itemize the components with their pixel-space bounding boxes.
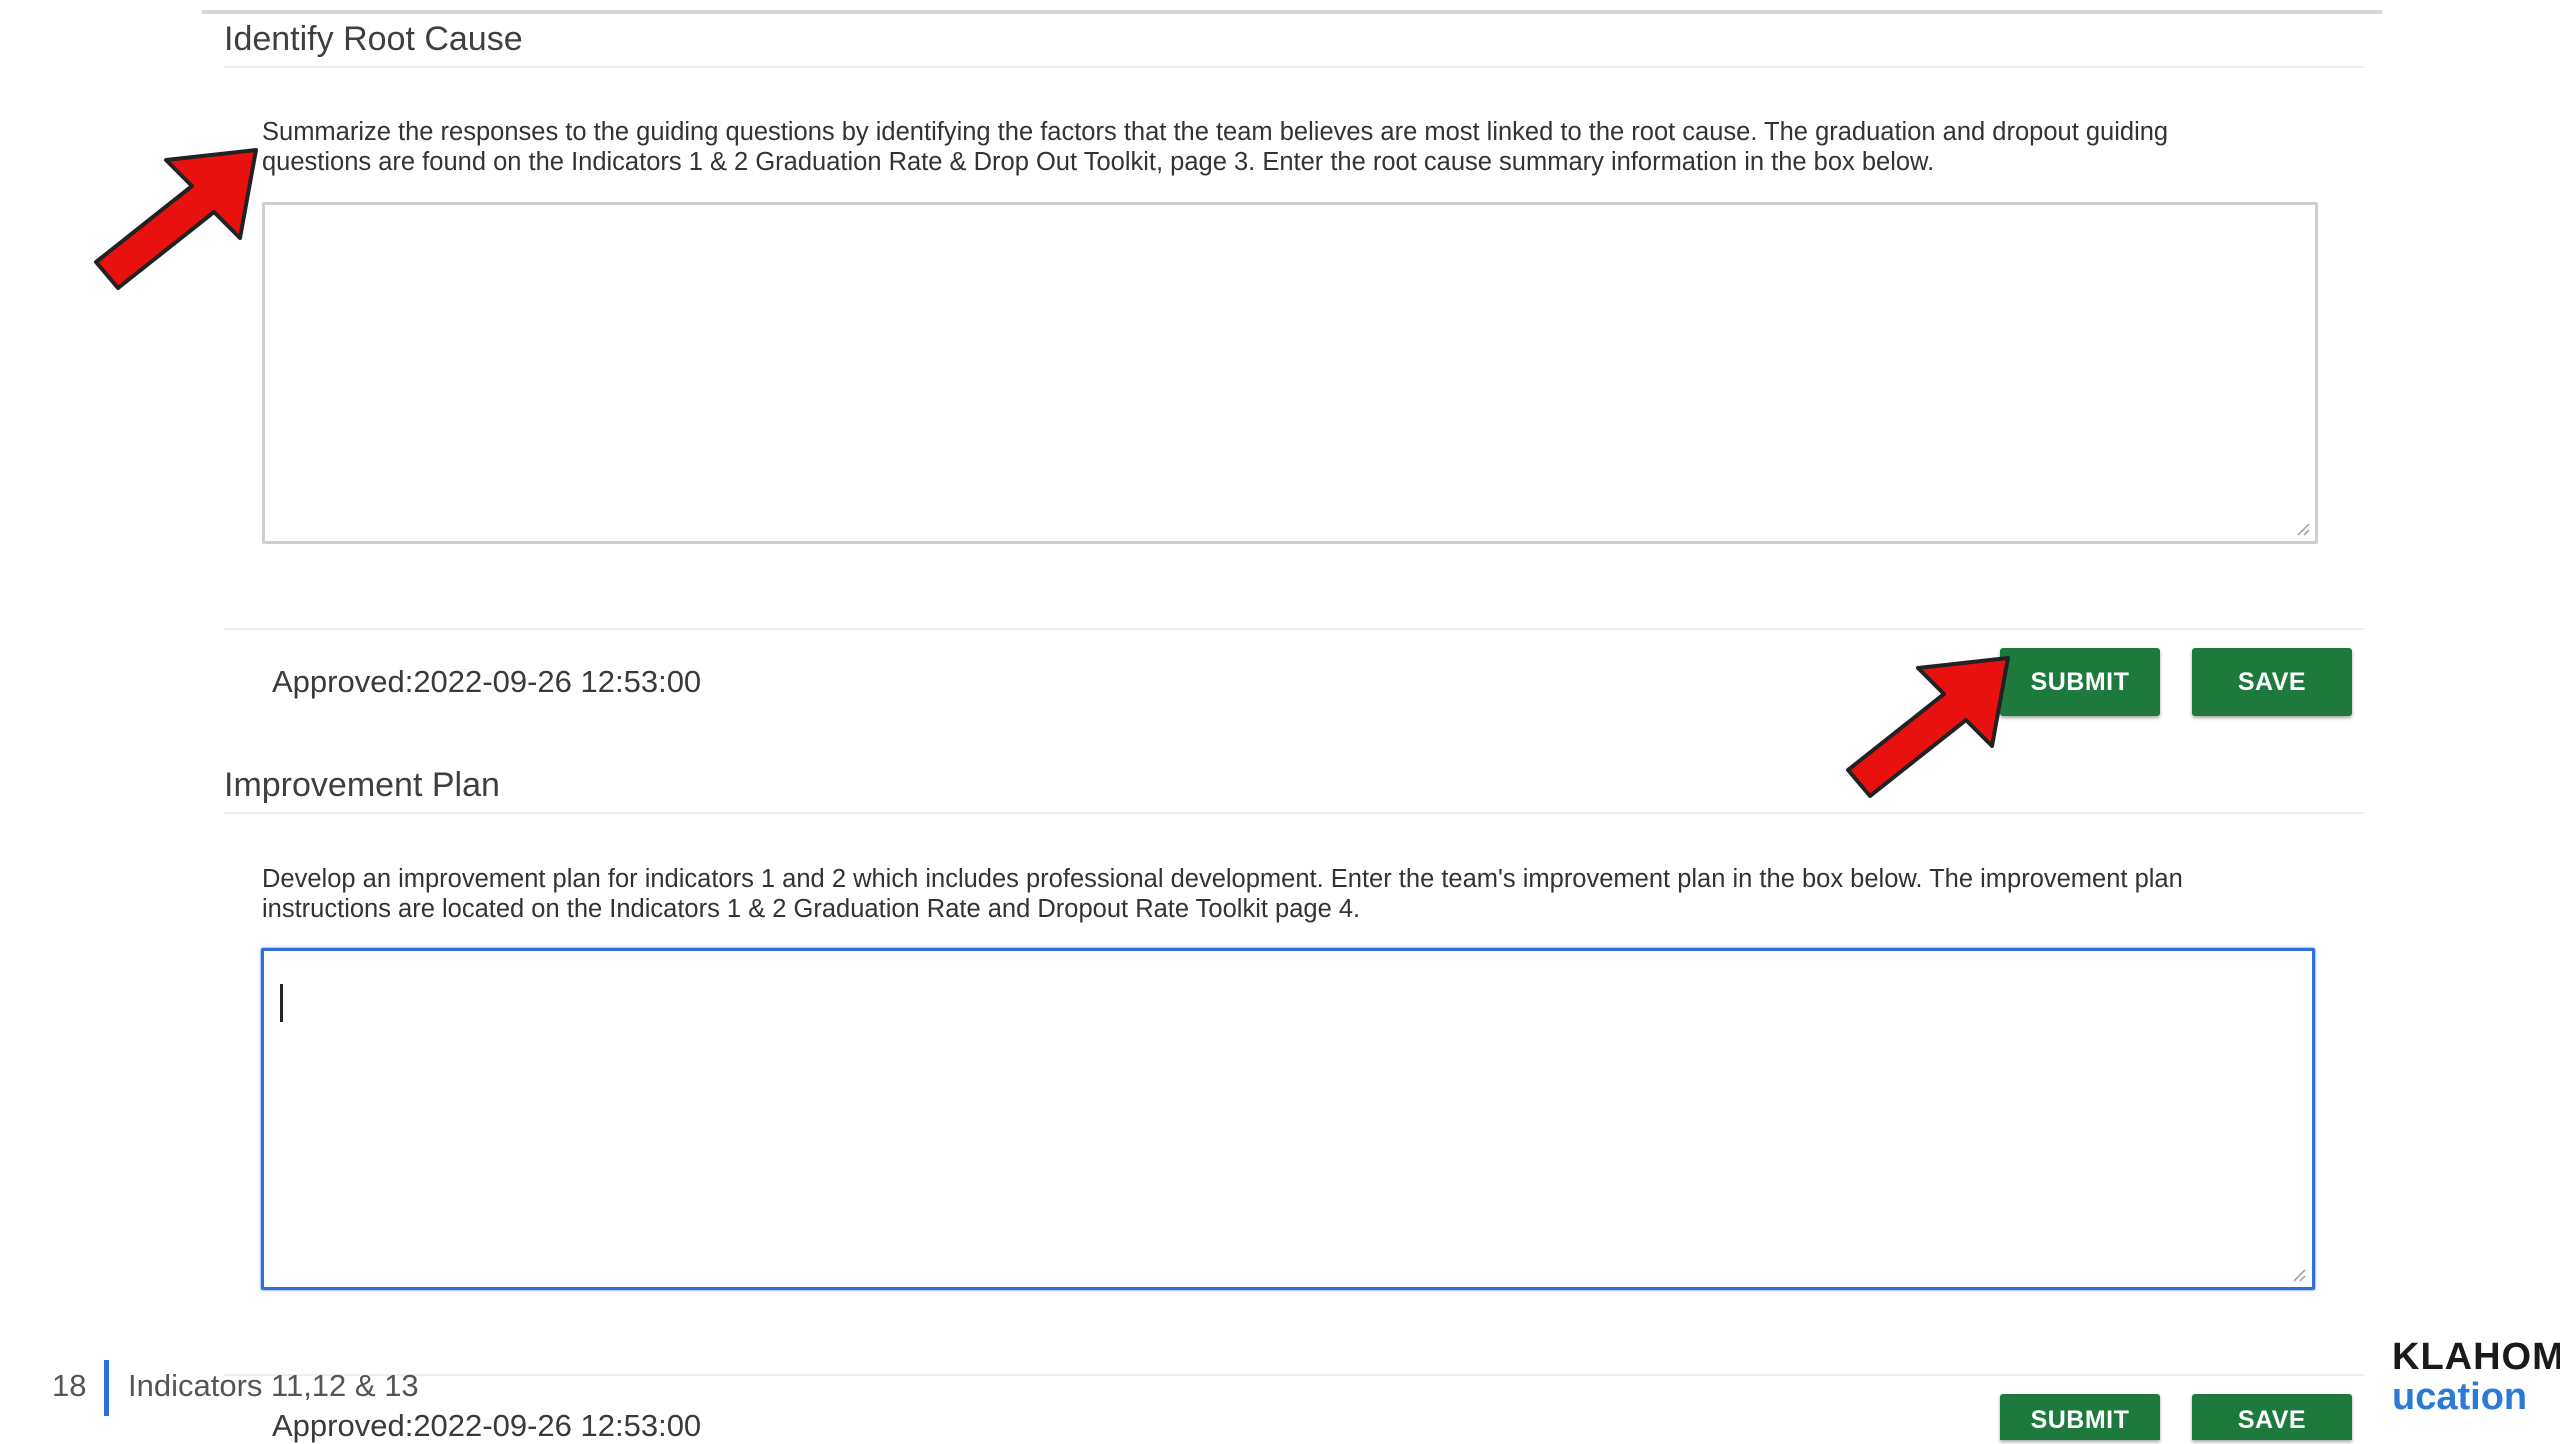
- text-caret: [280, 984, 283, 1022]
- improvement-plan-actions-divider: [224, 1374, 2364, 1376]
- red-arrow-icon: [1846, 656, 2010, 798]
- red-arrow-icon: [94, 148, 258, 290]
- root-cause-save-button[interactable]: SAVE: [2192, 648, 2352, 716]
- logo-text-line2: ucation: [2392, 1376, 2528, 1418]
- improvement-plan-divider: [224, 812, 2364, 814]
- footer-divider: [104, 1360, 109, 1416]
- improvement-plan-status: Approved:2022-09-26 12:53:00: [272, 1408, 702, 1443]
- improvement-plan-submit-button[interactable]: SUBMIT: [2000, 1394, 2160, 1440]
- logo-text-line1: KLAHOMA: [2392, 1336, 2560, 1378]
- root-cause-actions-divider: [224, 628, 2364, 630]
- page-number: 18: [52, 1368, 87, 1403]
- improvement-plan-instructions: Develop an improvement plan for indicato…: [262, 865, 2183, 923]
- root-cause-status: Approved:2022-09-26 12:53:00: [272, 664, 702, 699]
- root-cause-textarea[interactable]: [262, 202, 2318, 544]
- improvement-plan-textarea[interactable]: [261, 948, 2315, 1290]
- footer-title: Indicators 11,12 & 13: [128, 1368, 419, 1403]
- improvement-plan-title: Improvement Plan: [224, 766, 500, 804]
- root-cause-title: Identify Root Cause: [224, 20, 523, 58]
- resize-grip-icon[interactable]: [2294, 520, 2310, 536]
- improvement-plan-save-button[interactable]: SAVE: [2192, 1394, 2352, 1440]
- resize-grip-icon[interactable]: [2290, 1266, 2306, 1282]
- root-cause-submit-button[interactable]: SUBMIT: [2000, 648, 2160, 716]
- root-cause-divider: [224, 66, 2364, 68]
- slide: Identify Root Cause Summarize the respon…: [0, 0, 2560, 1444]
- root-cause-instructions: Summarize the responses to the guiding q…: [262, 118, 2169, 176]
